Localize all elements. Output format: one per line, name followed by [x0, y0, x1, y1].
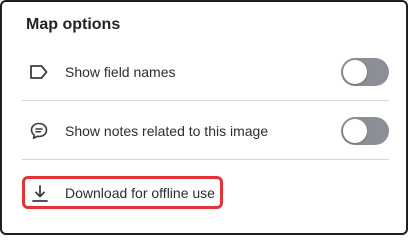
- divider: [22, 100, 389, 101]
- download-icon: [29, 183, 51, 205]
- option-label-notes: Show notes related to this image: [65, 123, 269, 139]
- note-icon: [28, 120, 50, 142]
- divider: [22, 159, 389, 160]
- option-row-notes: Show notes related to this image: [22, 102, 390, 160]
- toggle-knob: [343, 60, 367, 84]
- download-offline-button[interactable]: Download for offline use: [22, 176, 223, 209]
- option-label-field-names: Show field names: [65, 64, 176, 80]
- download-label: Download for offline use: [65, 185, 215, 201]
- option-row-field-names: Show field names: [22, 43, 390, 101]
- notes-toggle[interactable]: [341, 117, 389, 145]
- toggle-knob: [343, 119, 367, 143]
- map-options-panel: Map options Show field names Show notes …: [0, 0, 408, 235]
- field-names-toggle[interactable]: [341, 58, 389, 86]
- panel-title: Map options: [26, 16, 121, 33]
- label-icon: [28, 61, 50, 83]
